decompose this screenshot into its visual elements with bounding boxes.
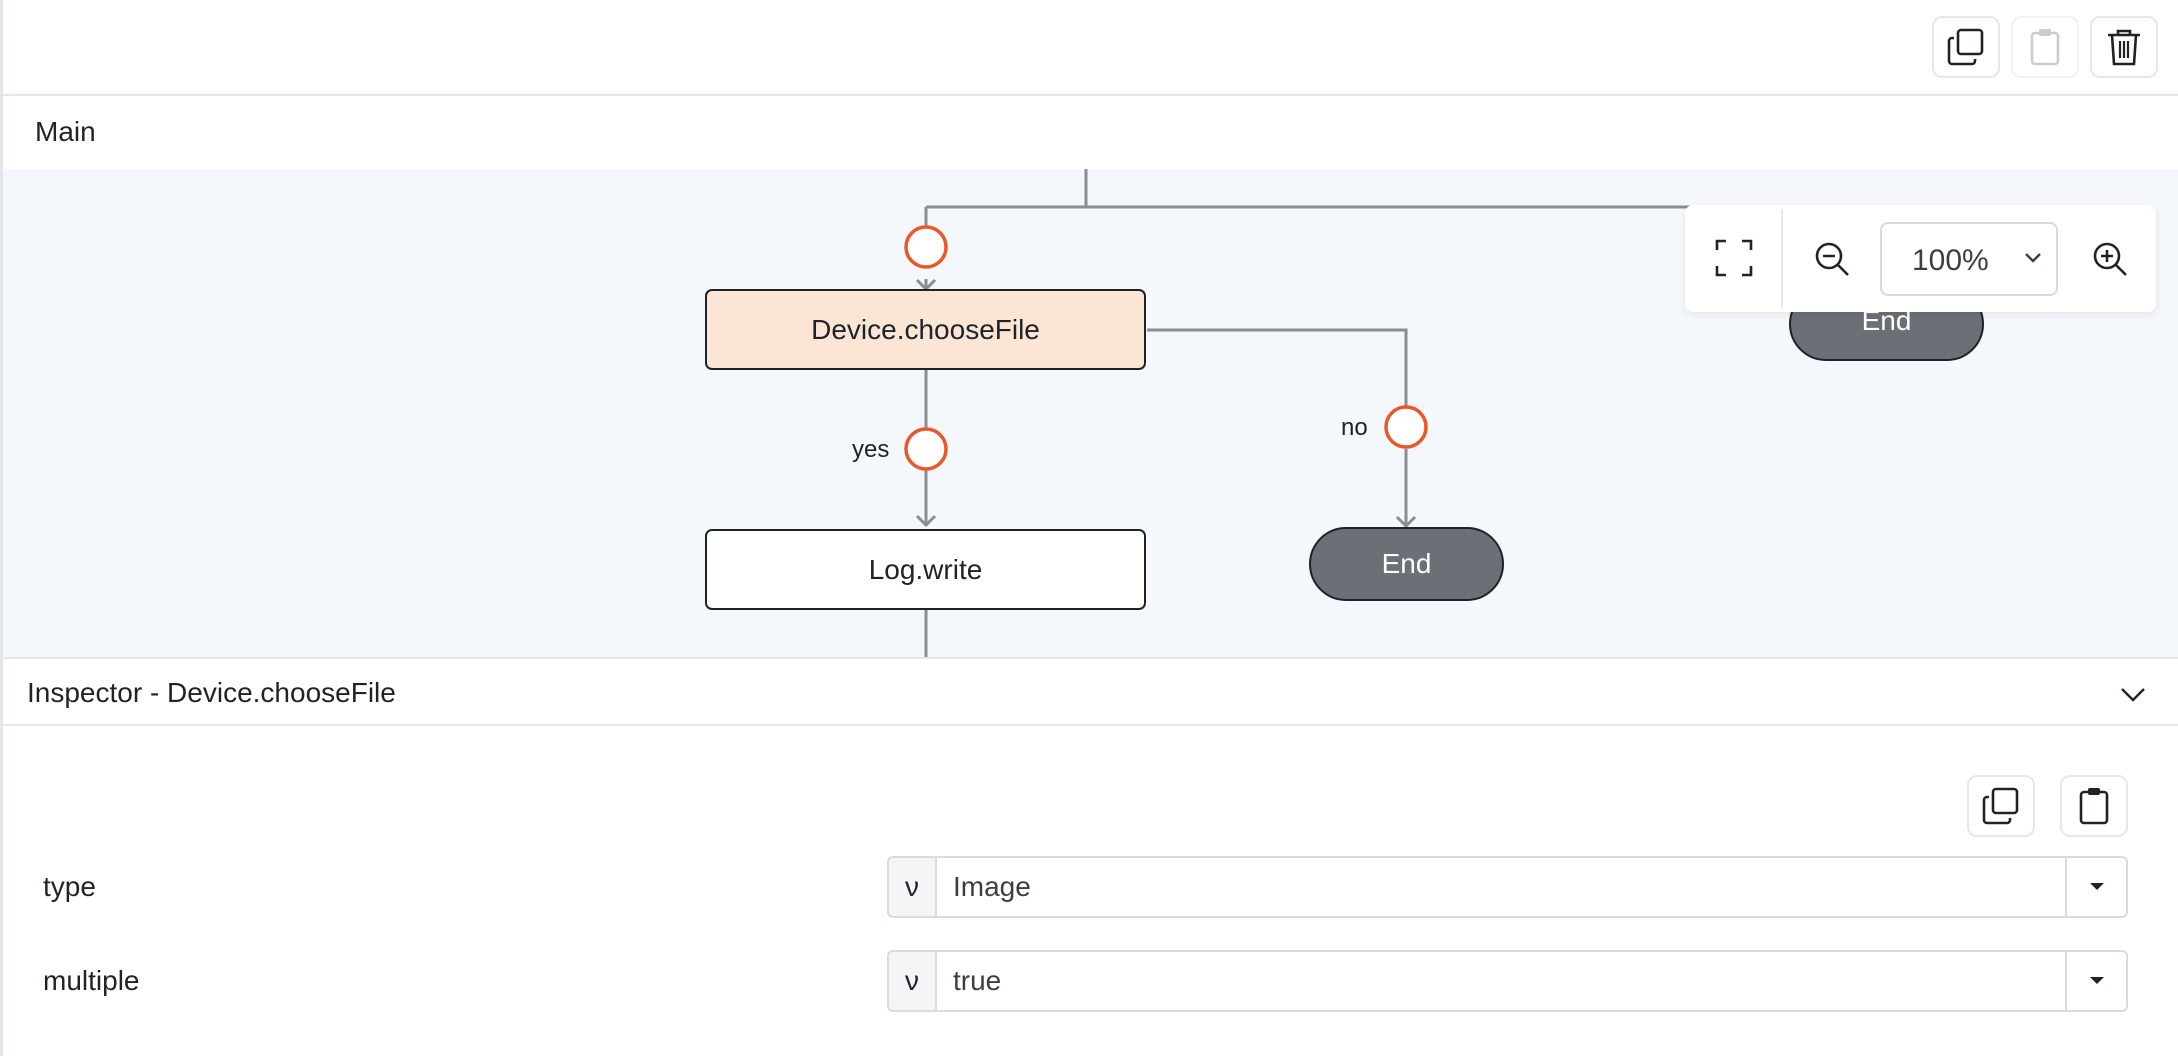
zoom-level-select[interactable]: 100% (1880, 222, 2058, 296)
node-label: Device.chooseFile (811, 313, 1040, 345)
property-label-type: type (43, 871, 96, 902)
node-label: Log.write (868, 553, 983, 585)
value-mode-toggle[interactable]: ν (887, 856, 937, 918)
paste-button[interactable] (2011, 16, 2079, 78)
clipboard-icon (2079, 788, 2109, 825)
type-dropdown-button[interactable] (2065, 856, 2128, 918)
edge-label-no: no (1341, 414, 1368, 441)
zoom-out-icon[interactable] (1812, 239, 1852, 279)
chevron-down-icon[interactable] (2118, 679, 2148, 709)
connector-handle[interactable] (1384, 405, 1428, 449)
edge-label-yes: yes (852, 436, 890, 463)
delete-button[interactable] (2090, 16, 2158, 78)
property-row-type: ν Image (887, 856, 2128, 918)
copy-button[interactable] (1932, 16, 2000, 78)
zoom-level-value: 100% (1912, 244, 1989, 277)
inspector-title: Inspector - Device.chooseFile (27, 677, 396, 708)
caret-down-icon (2089, 883, 2104, 890)
caret-down-icon (2089, 977, 2104, 984)
connector-handle[interactable] (904, 225, 948, 269)
inspector-header[interactable]: Inspector - Device.chooseFile (3, 657, 2178, 726)
node-label: End (1381, 548, 1432, 579)
trash-icon (2108, 29, 2140, 66)
clipboard-icon (2030, 29, 2060, 66)
top-toolbar (3, 0, 2178, 96)
copy-icon (1982, 787, 2019, 825)
connector-handle[interactable] (904, 427, 948, 471)
inspector-paste-button[interactable] (2060, 775, 2128, 837)
property-label-multiple: multiple (43, 965, 140, 996)
chevron-down-icon (2025, 253, 2041, 263)
section-title: Main (35, 116, 96, 147)
zoom-divider (1781, 209, 1783, 308)
node-device-choosefile[interactable]: Device.chooseFile (705, 289, 1146, 370)
value-mode-toggle[interactable]: ν (887, 950, 937, 1012)
inspector-copy-button[interactable] (1967, 775, 2035, 837)
multiple-dropdown-button[interactable] (2065, 950, 2128, 1012)
node-end[interactable]: End (1309, 527, 1504, 601)
property-row-multiple: ν true (887, 950, 2128, 1012)
fit-view-icon[interactable] (1714, 238, 1754, 278)
zoom-controls: 100% (1685, 205, 2156, 312)
copy-icon (1947, 28, 1984, 66)
zoom-in-icon[interactable] (2090, 239, 2130, 279)
multiple-select[interactable]: true (935, 950, 2067, 1012)
node-log-write[interactable]: Log.write (705, 529, 1146, 610)
type-select[interactable]: Image (935, 856, 2067, 918)
